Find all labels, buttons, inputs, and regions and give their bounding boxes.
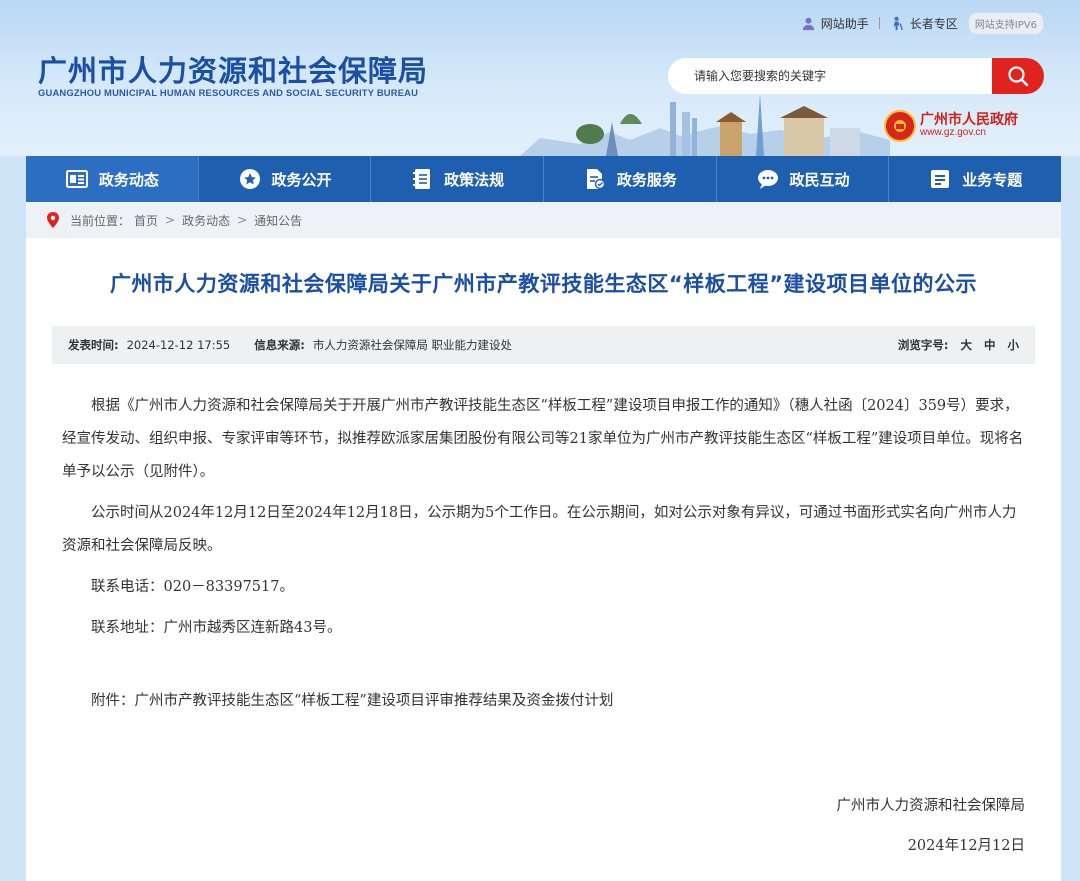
elderly-icon	[893, 16, 903, 30]
paragraph: 公示时间从2024年12月12日至2024年12月18日，公示期为5个工作日。在…	[62, 505, 1017, 554]
contact-address: 联系地址：广州市越秀区连新路43号。	[91, 620, 342, 636]
document-icon	[586, 169, 606, 190]
breadcrumb-label: 当前位置：	[70, 213, 131, 228]
signature: 广州市人力资源和社会保障局	[836, 798, 1026, 814]
font-small-button[interactable]: 小	[1008, 337, 1020, 353]
government-emblem-icon	[884, 110, 916, 142]
sign-date: 2024年12月12日	[907, 838, 1025, 854]
breadcrumb-separator: >	[237, 213, 248, 227]
nav-item-interaction[interactable]: 政民互动	[717, 156, 890, 202]
gov-url: www.gz.gov.cn	[920, 127, 986, 139]
article-container: 广州市人力资源和社会保障局关于广州市产教评技能生态区“样板工程”建设项目单位的公…	[26, 238, 1061, 881]
nav-label: 政务动态	[98, 170, 159, 189]
news-icon	[65, 170, 88, 188]
book-icon	[413, 169, 431, 189]
list-icon	[931, 170, 950, 188]
publish-date: 2024-12-12 17:55	[126, 338, 231, 352]
nav-item-topics[interactable]: 业务专题	[889, 156, 1061, 202]
breadcrumb-notices[interactable]: 通知公告	[254, 212, 302, 229]
person-icon	[802, 17, 814, 30]
top-links: 网站助手 长者专区 网站支持IPV6	[801, 11, 1044, 35]
site-title[interactable]: 广州市人力资源和社会保障局	[38, 48, 428, 90]
paragraph: 根据《广州市人力资源和社会保障局关于开展广州市产教评技能生态区“样板工程”建设项…	[62, 398, 1024, 480]
location-pin-icon	[47, 212, 59, 228]
nav-item-disclosure[interactable]: 政务公开	[199, 156, 372, 202]
nav-label: 政务服务	[616, 170, 677, 189]
gov-name: 广州市人民政府	[920, 112, 1018, 129]
chat-icon	[757, 170, 778, 189]
article-body: 根据《广州市人力资源和社会保障局关于开展广州市产教评技能生态区“样板工程”建设项…	[62, 390, 1028, 726]
nav-label: 政民互动	[789, 170, 850, 189]
date-label: 发表时间:	[68, 338, 119, 352]
source-label: 信息来源:	[254, 338, 305, 352]
main-nav: 政务动态 政务公开 政策法规 政务服务 政民互动 业务专题	[26, 156, 1061, 202]
breadcrumb: 当前位置： 首页 > 政务动态 > 通知公告	[26, 202, 1061, 238]
elderly-zone-link[interactable]: 长者专区	[890, 15, 958, 32]
nav-item-policies[interactable]: 政策法规	[371, 156, 545, 202]
site-subtitle: GUANGZHOU MUNICIPAL HUMAN RESOURCES AND …	[38, 87, 419, 98]
font-large-button[interactable]: 大	[961, 337, 973, 353]
nav-item-services[interactable]: 政务服务	[544, 156, 717, 202]
website-assistant-label: 网站助手	[820, 16, 869, 31]
attachment-link[interactable]: 附件：广州市产教评技能生态区“样板工程”建设项目评审推荐结果及资金拨付计划	[62, 685, 1028, 718]
ipv6-badge: 网站支持IPV6	[967, 11, 1044, 35]
search-button[interactable]	[992, 58, 1044, 94]
nav-label: 政务公开	[271, 170, 332, 189]
search-icon	[1008, 66, 1029, 87]
divider	[878, 17, 880, 29]
elderly-zone-label: 长者专区	[909, 16, 958, 31]
article-title: 广州市人力资源和社会保障局关于广州市产教评技能生态区“样板工程”建设项目单位的公…	[109, 272, 978, 296]
breadcrumb-home[interactable]: 首页	[134, 212, 158, 229]
nav-label: 政策法规	[444, 170, 505, 189]
font-medium-button[interactable]: 中	[984, 337, 996, 353]
contact-phone: 联系电话：020－83397517。	[91, 579, 294, 595]
breadcrumb-news[interactable]: 政务动态	[182, 212, 230, 229]
star-icon	[239, 169, 260, 189]
source-value: 市人力资源社会保障局 职业能力建设处	[312, 338, 513, 352]
nav-label: 业务专题	[962, 170, 1023, 189]
nav-item-news[interactable]: 政务动态	[26, 156, 199, 202]
article-meta: 发表时间: 2024-12-12 17:55 信息来源: 市人力资源社会保障局 …	[52, 326, 1035, 364]
website-assistant-link[interactable]: 网站助手	[801, 15, 869, 32]
gz-government-link[interactable]: 广州市人民政府 www.gz.gov.cn	[884, 110, 1018, 142]
breadcrumb-separator: >	[165, 213, 176, 227]
site-header: 网站助手 长者专区 网站支持IPV6 广州市人力资源和社会保障局 GUANGZH…	[0, 0, 1080, 156]
font-size-switcher: 浏览字号: 大 中 小	[898, 337, 1019, 353]
font-size-label: 浏览字号:	[897, 338, 949, 352]
city-skyline-illustration	[520, 94, 890, 156]
